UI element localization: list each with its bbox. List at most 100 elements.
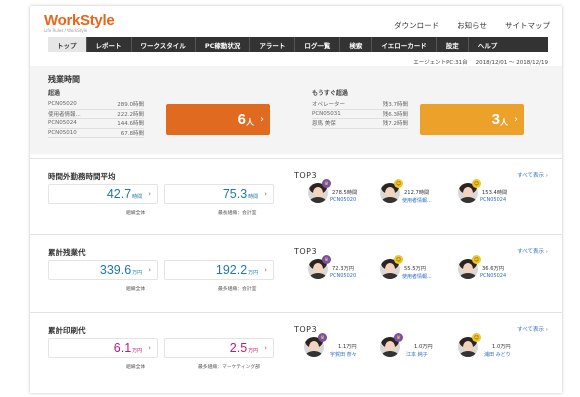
row-name: PCN05031 [312,110,341,117]
person-name[interactable]: 使用者情報... [402,197,432,204]
org-total-card[interactable]: 339.6 万円 › [48,260,158,280]
rank-badge-icon: ☺ [394,179,403,188]
soon-count-button[interactable]: 3 人 › [420,104,524,135]
person-value: 212.7時間 [404,190,430,196]
download-link[interactable]: ダウンロード [394,20,439,31]
section-overtime-cost: 累計残業代 339.6 万円 › 組織全体 192.2 万円 › 最多組織：会計… [30,234,562,310]
person-name[interactable]: PCN05020 [330,273,356,279]
menu-pc-status[interactable]: PC稼動状況 [196,37,251,52]
row-value: 残3.7時間 [382,102,408,109]
person-value: 1.0万円 [414,344,433,350]
rank-badge-icon: ♛ [322,179,331,188]
row-value: 67.8時間 [120,130,144,137]
news-link[interactable]: お知らせ [457,20,487,31]
list-item[interactable]: PCN05031 残6.3時間 [312,110,408,119]
show-all-link[interactable]: すべて表示 › [517,247,548,255]
rank-badge-icon: ♛ [318,333,327,342]
org-total-card[interactable]: 6.1 万円 › [48,338,158,358]
rank-badge-icon: ♛ [394,333,403,342]
menu-top[interactable]: トップ [48,37,87,52]
card-unit: 万円 [248,347,259,354]
card-value: 6.1 [113,341,132,355]
row-value: 289.0時間 [117,102,144,109]
menu-search[interactable]: 検索 [340,37,373,52]
org-total-card[interactable]: 42.7 時間 › [48,184,158,204]
rank-badge-icon: ☺ [472,179,481,188]
card-unit: 万円 [132,347,143,354]
overtime-panel: 残業時間 超過 PCN05020 289.0時間 使用者情報... 222.2時間 … [30,66,562,154]
person-name[interactable]: 宇賀田 奈々 [330,351,357,358]
main-menu: トップ レポート ワークスタイル PC稼動状況 アラート ログ一覧 検索 イエロ… [48,37,548,52]
list-item[interactable]: 使用者情報... 222.2時間 [48,110,144,119]
top3-label: TOP3 [294,171,318,180]
exceeded-count: 6 [237,111,246,128]
card-value: 42.7 [106,187,132,201]
menu-help[interactable]: ヘルプ [469,37,507,52]
row-name: PCN05024 [48,120,77,127]
card-value: 192.2 [215,263,248,277]
list-item[interactable]: PCN05010 67.8時間 [48,129,144,138]
section-title: 時間外勤務時間平均 [48,172,116,181]
sub-info: エージェントPC:31台 2018/12/01 ～ 2018/12/19 [413,58,548,66]
top3-label: TOP3 [294,325,318,334]
sitemap-link[interactable]: サイトマップ [505,20,550,31]
person-value: 153.4時間 [482,190,508,196]
row-name: PCN05010 [48,129,77,136]
person-name[interactable]: PCN05020 [330,197,356,203]
logo-text: WorkStyle [44,12,115,29]
top-org-card[interactable]: 75.3 時間 › [164,184,274,204]
person-name[interactable]: PCN05024 [480,273,506,279]
person-name[interactable]: 使用者情報... [402,273,432,280]
person-value: 72.3万円 [332,266,354,272]
chevron-right-icon: › [260,114,264,125]
card-caption: 組織全体 [126,287,146,292]
chevron-right-icon: › [514,114,518,125]
card-caption: 最多組織：マーケティング部 [198,365,260,370]
chevron-right-icon: › [148,266,151,274]
card-caption: 組織全体 [126,365,146,370]
soon-label: もうすぐ超過 [312,90,348,97]
person-value: 1.0万円 [492,344,511,350]
chevron-right-icon: › [148,344,151,352]
person-name[interactable]: 江本 純子 [406,351,428,358]
menu-report[interactable]: レポート [87,37,132,52]
exceeded-label: 超過 [48,90,61,97]
person-name[interactable]: 浦田 みどり [484,351,511,358]
exceeded-unit: 人 [246,117,254,127]
agent-count: エージェントPC:31台 [413,60,468,66]
soon-count: 3 [491,111,500,128]
section-title: 累計残業代 [48,248,86,257]
logo[interactable]: WorkStyle Life Rules / WorkStyle [44,12,115,33]
person-value: 36.6万円 [482,266,504,272]
card-value: 2.5 [229,341,248,355]
menu-settings[interactable]: 設定 [437,37,469,52]
menu-log-list[interactable]: ログ一覧 [295,37,341,52]
person-value: 55.5万円 [404,266,426,272]
section-print-cost: 累計印刷代 6.1 万円 › 組織全体 2.5 万円 › 最多組織：マーケティン… [30,312,562,388]
exceeded-count-button[interactable]: 6 人 › [166,104,270,135]
menu-workstyle[interactable]: ワークスタイル [132,37,196,52]
card-unit: 万円 [132,269,143,276]
show-all-link[interactable]: すべて表示 › [517,325,548,333]
rank-badge-icon: ☺ [472,255,481,264]
row-value: 222.2時間 [117,111,144,118]
card-unit: 時間 [248,193,259,200]
list-item[interactable]: 恩馬 美保 残7.2時間 [312,119,408,129]
row-name: PCN05020 [48,101,77,108]
soon-unit: 人 [500,117,508,127]
list-item[interactable]: オペレーター 残3.7時間 [312,100,408,110]
top-org-card[interactable]: 2.5 万円 › [164,338,274,358]
row-value: 144.6時間 [117,121,144,128]
card-caption: 最多組織：会計室 [218,287,257,292]
show-all-link[interactable]: すべて表示 › [517,171,548,179]
chevron-right-icon: › [148,190,151,198]
menu-alert[interactable]: アラート [250,37,296,52]
top-nav: ダウンロード お知らせ サイトマップ [394,20,550,31]
person-name[interactable]: PCN05024 [480,197,506,203]
list-item[interactable]: PCN05024 144.6時間 [48,119,144,129]
top-org-card[interactable]: 192.2 万円 › [164,260,274,280]
section-overtime-average: 時間外勤務時間平均 42.7 時間 › 組織全体 75.3 時間 › 最長組織：… [30,158,562,234]
card-caption: 最長組織：会計室 [218,211,257,216]
menu-yellow-card[interactable]: イエローカード [372,37,437,52]
list-item[interactable]: PCN05020 289.0時間 [48,100,144,110]
